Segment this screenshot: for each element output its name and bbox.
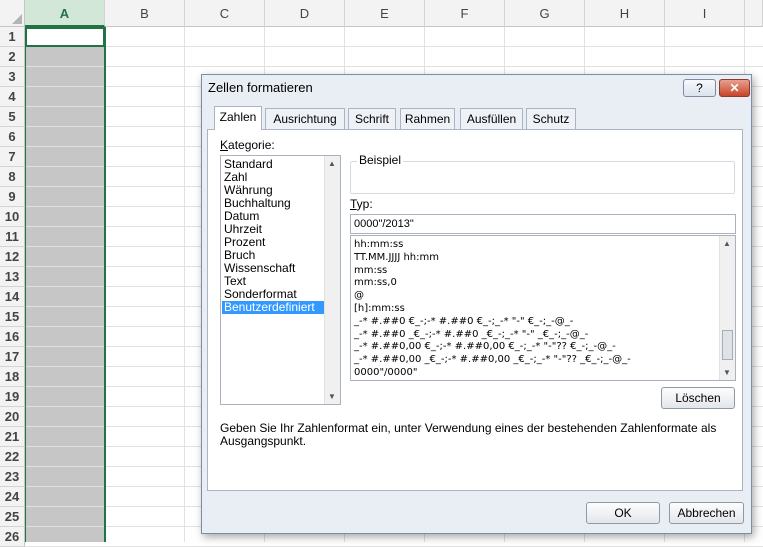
column-header-f[interactable]: F [425, 0, 505, 27]
tab-rahmen[interactable]: Rahmen [400, 108, 455, 129]
help-button[interactable]: ? [683, 79, 716, 97]
gridline-horizontal [25, 46, 763, 47]
row-header-11[interactable]: 11 [0, 227, 25, 247]
row-header-10[interactable]: 10 [0, 207, 25, 227]
row-header-22[interactable]: 22 [0, 447, 25, 467]
format-item[interactable]: [h]:mm:ss [354, 303, 405, 315]
format-item[interactable]: 0000"/0000" [354, 367, 417, 379]
row-header-12[interactable]: 12 [0, 247, 25, 267]
category-scrollbar[interactable]: ▲ ▼ [324, 156, 340, 404]
gridline-horizontal [25, 66, 763, 67]
row-header-6[interactable]: 6 [0, 127, 25, 147]
format-item[interactable]: _-* #.##0 €_-;-* #.##0 €_-;_-* "-" €_-;_… [354, 316, 573, 328]
format-item[interactable]: hh:mm:ss [354, 239, 403, 251]
row-header-4[interactable]: 4 [0, 87, 25, 107]
column-header-b[interactable]: B [105, 0, 185, 27]
tab-schrift[interactable]: Schrift [348, 108, 396, 129]
column-a-border-left [25, 27, 26, 542]
row-header-17[interactable]: 17 [0, 347, 25, 367]
column-header-i[interactable]: I [665, 0, 745, 27]
category-item[interactable]: Benutzerdefiniert [222, 301, 324, 314]
cancel-button[interactable]: Abbrechen [669, 502, 744, 524]
format-item[interactable]: mm:ss [354, 265, 387, 277]
row-header-3[interactable]: 3 [0, 67, 25, 87]
tab-zahlen[interactable]: Zahlen [214, 106, 262, 130]
format-item[interactable]: _-* #.##0,00 €_-;-* #.##0,00 €_-;_-* "-"… [354, 341, 616, 353]
column-a-border-right [104, 27, 106, 542]
row-header-23[interactable]: 23 [0, 467, 25, 487]
row-header-26[interactable]: 26 [0, 527, 25, 547]
column-header-partial [745, 0, 763, 27]
row-header-5[interactable]: 5 [0, 107, 25, 127]
typ-input[interactable]: 0000"/2013" [350, 214, 736, 234]
format-item[interactable]: @ [354, 290, 364, 302]
format-item[interactable]: TT.MM.JJJJ hh:mm [354, 252, 439, 264]
gridline-vertical [184, 27, 185, 542]
description-text: Geben Sie Ihr Zahlenformat ein, unter Ve… [220, 421, 717, 448]
row-header-24[interactable]: 24 [0, 487, 25, 507]
column-header-d[interactable]: D [265, 0, 345, 27]
row-header-18[interactable]: 18 [0, 367, 25, 387]
format-cells-dialog: Zellen formatieren ? ✕ Zahlen Ausrichtun… [201, 74, 752, 534]
kategorie-label: Kategorie: [220, 138, 275, 152]
row-header-1[interactable]: 1 [0, 27, 25, 47]
close-button[interactable]: ✕ [719, 79, 750, 97]
row-header-9[interactable]: 9 [0, 187, 25, 207]
scroll-up-icon[interactable]: ▲ [723, 239, 731, 248]
scroll-down-icon[interactable]: ▼ [328, 392, 336, 401]
row-header-8[interactable]: 8 [0, 167, 25, 187]
format-list[interactable]: hh:mm:ss TT.MM.JJJJ hh:mm mm:ss mm:ss,0 @ [h]… [350, 235, 736, 381]
row-header-21[interactable]: 21 [0, 427, 25, 447]
tab-ausfuellen[interactable]: Ausfüllen [460, 108, 523, 129]
typ-label: Typ: [350, 197, 373, 211]
column-header-a[interactable]: A [25, 0, 105, 27]
row-header-16[interactable]: 16 [0, 327, 25, 347]
column-header-e[interactable]: E [345, 0, 425, 27]
row-header-19[interactable]: 19 [0, 387, 25, 407]
column-header-c[interactable]: C [185, 0, 265, 27]
row-header-7[interactable]: 7 [0, 147, 25, 167]
active-cell-a1[interactable] [25, 27, 105, 47]
format-item[interactable]: _-* #.##0,00 _€_-;-* #.##0,00 _€_-;_-* "… [354, 354, 631, 366]
column-header-h[interactable]: H [585, 0, 665, 27]
column-a-selection [26, 47, 104, 542]
beispiel-preview [350, 161, 735, 194]
scroll-thumb[interactable] [722, 330, 733, 360]
category-list[interactable]: Standard Zahl Währung Buchhaltung Datum Uhrze… [220, 155, 341, 405]
row-header-25[interactable]: 25 [0, 507, 25, 527]
dialog-title: Zellen formatieren [208, 80, 313, 95]
column-header-g[interactable]: G [505, 0, 585, 27]
scroll-up-icon[interactable]: ▲ [328, 159, 336, 168]
zahlen-panel: Kategorie: Standard Zahl Währung Buchhaltun… [207, 129, 743, 491]
tab-schutz[interactable]: Schutz [526, 108, 576, 129]
row-header-2[interactable]: 2 [0, 47, 25, 67]
tab-ausrichtung[interactable]: Ausrichtung [265, 108, 345, 129]
scroll-down-icon[interactable]: ▼ [723, 368, 731, 377]
beispiel-label: Beispiel [357, 153, 404, 167]
format-item[interactable]: mm:ss,0 [354, 277, 397, 289]
format-item[interactable]: _-* #.##0 _€_-;-* #.##0 _€_-;_-* "-" _€_… [354, 329, 588, 341]
select-all-corner[interactable] [0, 0, 25, 27]
row-header-13[interactable]: 13 [0, 267, 25, 287]
delete-button[interactable]: Löschen [661, 387, 735, 409]
row-header-20[interactable]: 20 [0, 407, 25, 427]
row-header-14[interactable]: 14 [0, 287, 25, 307]
ok-button[interactable]: OK [586, 502, 660, 524]
format-scrollbar[interactable]: ▲ ▼ [719, 236, 735, 380]
row-header-15[interactable]: 15 [0, 307, 25, 327]
